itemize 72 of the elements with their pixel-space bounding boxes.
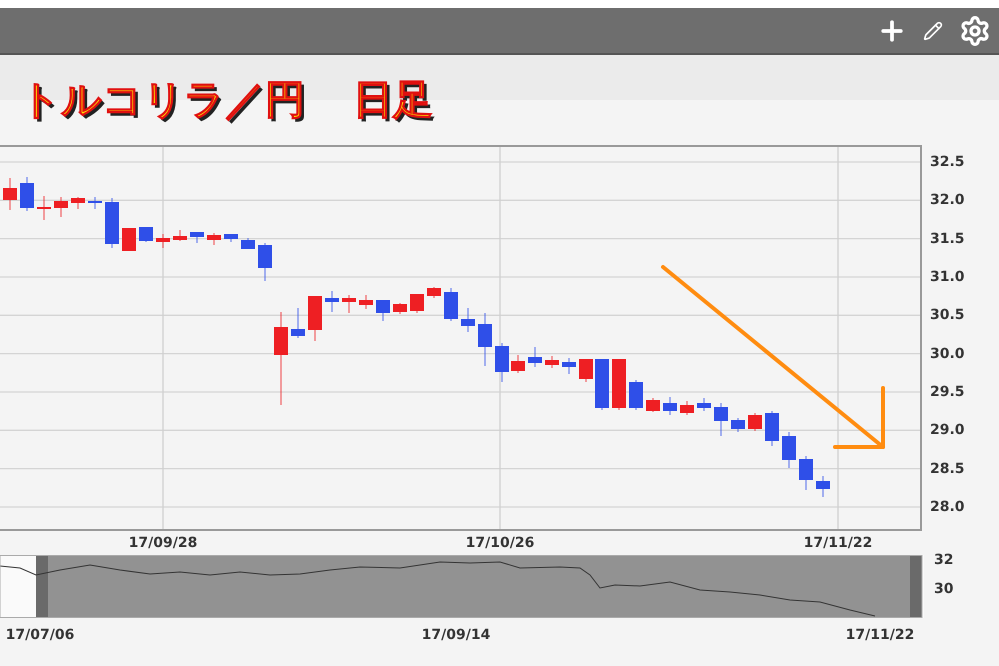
navigator-x-label: 17/09/14 [422, 628, 490, 642]
candlestick [376, 300, 390, 321]
y-axis-label: 31.5 [930, 232, 965, 246]
candlestick [816, 476, 830, 497]
candlestick [680, 401, 694, 415]
candlestick [495, 343, 509, 382]
candlestick [511, 355, 525, 373]
candlestick [731, 418, 745, 432]
candlestick [224, 234, 238, 242]
navigator-x-label: 17/11/22 [846, 628, 914, 642]
x-axis-label: 17/10/26 [466, 536, 534, 550]
navigator-x-label: 17/07/06 [6, 628, 74, 642]
chart-title: トルコリラ／円 [20, 80, 305, 120]
y-axis-label: 31.0 [930, 270, 965, 284]
settings-button[interactable] [959, 14, 991, 46]
x-axis-label: 17/09/28 [128, 536, 198, 550]
candlestick [122, 228, 136, 251]
candlestick [342, 295, 356, 313]
candlestick [291, 308, 305, 338]
candlestick [88, 197, 102, 209]
candlestick [410, 294, 424, 313]
candlestick [54, 197, 68, 217]
candlestick [579, 359, 593, 382]
candlestick [595, 359, 609, 410]
y-axis-label: 32.5 [930, 155, 965, 169]
candlestick [190, 232, 204, 243]
settings-icon [959, 14, 991, 46]
candlestick [173, 230, 187, 241]
candlestick [748, 413, 762, 431]
y-axis-label: 29.0 [930, 423, 965, 438]
candlestick [20, 177, 34, 211]
candlestick [697, 398, 711, 411]
candlestick [444, 288, 458, 321]
y-axis-label: 32.0 [930, 193, 965, 208]
x-axis-label: 17/11/22 [804, 536, 872, 550]
candlestick [207, 233, 221, 245]
candlestick [325, 291, 339, 312]
candlestick [258, 243, 272, 281]
candlestick [359, 295, 373, 309]
candlestick [105, 198, 119, 248]
candlestick [71, 197, 85, 209]
candlestick [241, 238, 255, 249]
navigator-y-label: 32 [934, 553, 954, 567]
candlestick [714, 403, 728, 436]
y-axis-label: 28.0 [930, 500, 965, 514]
candlestick [528, 347, 542, 367]
candlestick [799, 456, 813, 490]
navigator-y-label: 30 [934, 582, 954, 596]
y-axis-label: 30.0 [930, 346, 965, 361]
edit-button[interactable] [923, 20, 943, 40]
candlestick [427, 287, 441, 298]
candlestick [646, 398, 660, 412]
chart-timeframe: 日足 [353, 80, 433, 120]
candlestick [478, 313, 492, 366]
candlestick [545, 356, 559, 368]
candlestick [308, 296, 322, 341]
candlestick [156, 234, 170, 248]
candlestick [629, 380, 643, 410]
y-axis-label: 28.5 [930, 462, 965, 476]
y-axis-label: 29.5 [930, 384, 965, 399]
candlestick [37, 196, 51, 220]
candlestick [612, 359, 626, 410]
y-axis-label: 30.5 [930, 308, 965, 322]
candlestick [782, 432, 796, 468]
candlestick [663, 397, 677, 415]
candlestick [765, 411, 779, 446]
pencil-icon [923, 20, 943, 40]
candlestick [562, 358, 576, 374]
candlestick [3, 178, 17, 210]
candlestick [139, 227, 153, 242]
candlestick [393, 303, 407, 314]
candlestick [461, 308, 475, 332]
